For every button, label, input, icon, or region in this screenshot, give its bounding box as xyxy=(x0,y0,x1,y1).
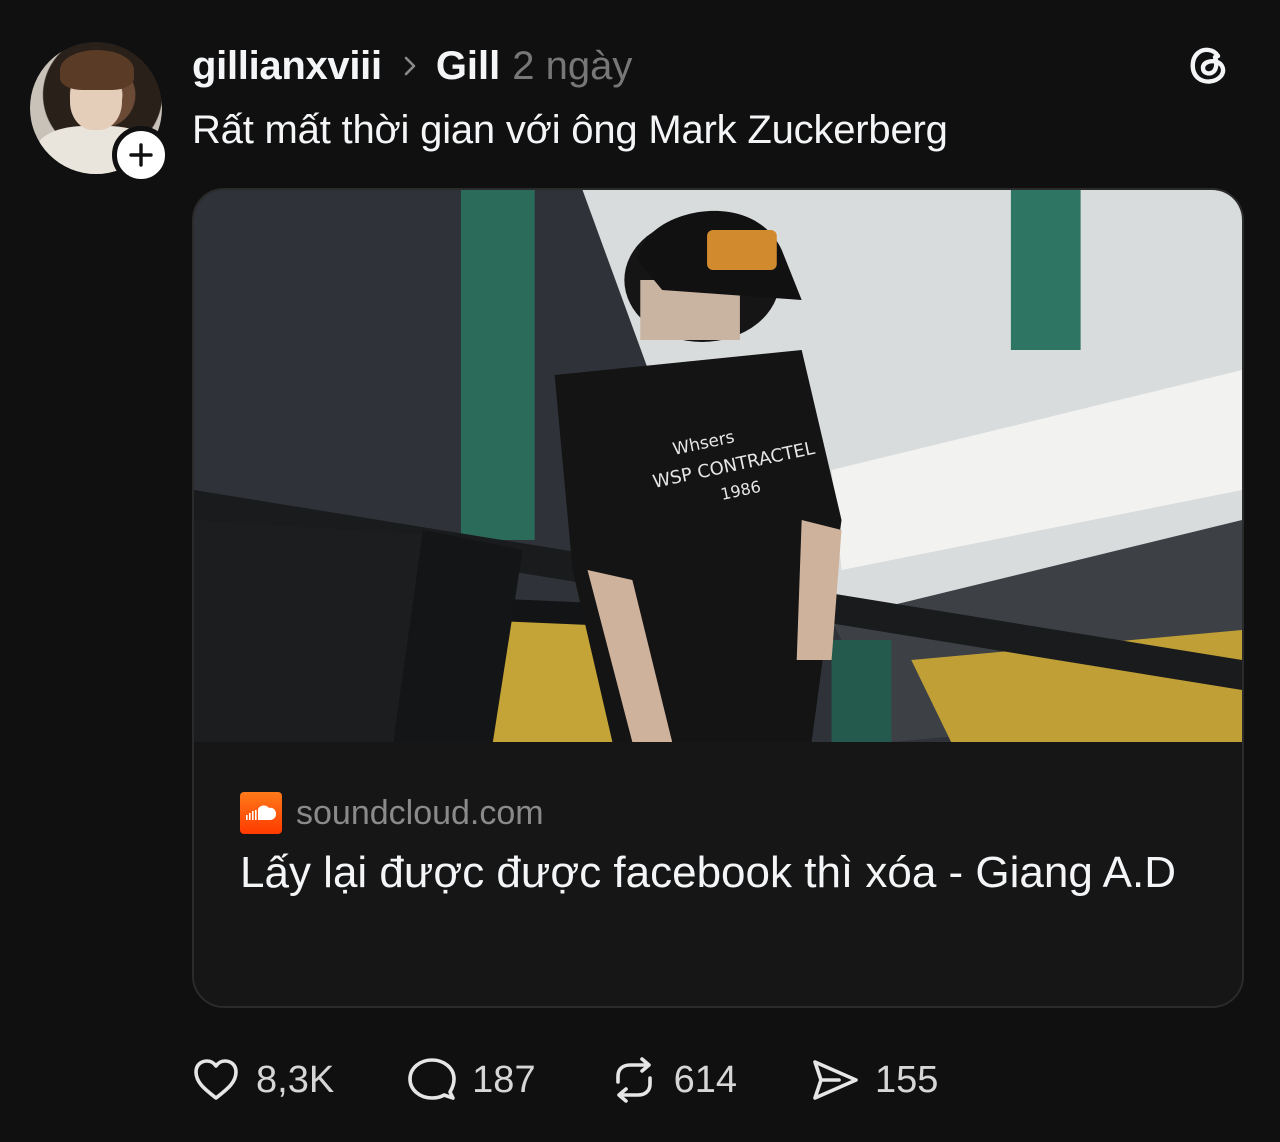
threads-logo-icon[interactable] xyxy=(1184,40,1234,90)
post-caption: Rất mất thời gian với ông Mark Zuckerber… xyxy=(192,108,948,152)
link-source-row: soundcloud.com xyxy=(240,792,544,834)
share-button[interactable]: 155 xyxy=(809,1054,938,1106)
send-icon xyxy=(813,1060,858,1100)
link-title[interactable]: Lấy lại được được facebook thì xóa - Gia… xyxy=(240,842,1200,904)
author-avatar[interactable] xyxy=(30,42,170,184)
repost-button[interactable]: 614 xyxy=(608,1054,737,1106)
reply-count: 187 xyxy=(472,1058,536,1101)
chevron-right-icon xyxy=(404,56,416,76)
like-button[interactable]: 8,3K xyxy=(190,1054,334,1106)
post-header: gillianxviii Gill 2 ngày xyxy=(192,40,632,92)
link-preview-body: soundcloud.com Lấy lại được được faceboo… xyxy=(194,742,1242,1006)
comment-icon xyxy=(408,1058,456,1100)
post-timestamp: 2 ngày xyxy=(512,43,633,88)
reply-button[interactable]: 187 xyxy=(406,1054,536,1106)
heart-icon xyxy=(194,1059,238,1100)
like-count: 8,3K xyxy=(256,1058,335,1101)
follow-button[interactable] xyxy=(112,126,170,184)
post-actions: 8,3K 187 614 155 xyxy=(190,1052,1010,1108)
link-source-domain: soundcloud.com xyxy=(296,793,544,832)
repost-count: 614 xyxy=(673,1058,737,1101)
link-preview-card[interactable]: Whsers WSP CONTRACTEL 1986 soundcloud.co… xyxy=(192,188,1244,1008)
plus-icon xyxy=(129,143,153,167)
repost-icon xyxy=(615,1057,652,1103)
thread-post: gillianxviii Gill 2 ngày Rất mất thời gi… xyxy=(0,0,1280,1142)
soundcloud-icon xyxy=(240,792,282,834)
author-username[interactable]: gillianxviii xyxy=(192,44,382,89)
share-count: 155 xyxy=(874,1058,939,1101)
link-preview-image: Whsers WSP CONTRACTEL 1986 xyxy=(194,190,1242,742)
reply-to-username[interactable]: Gill xyxy=(436,44,500,89)
